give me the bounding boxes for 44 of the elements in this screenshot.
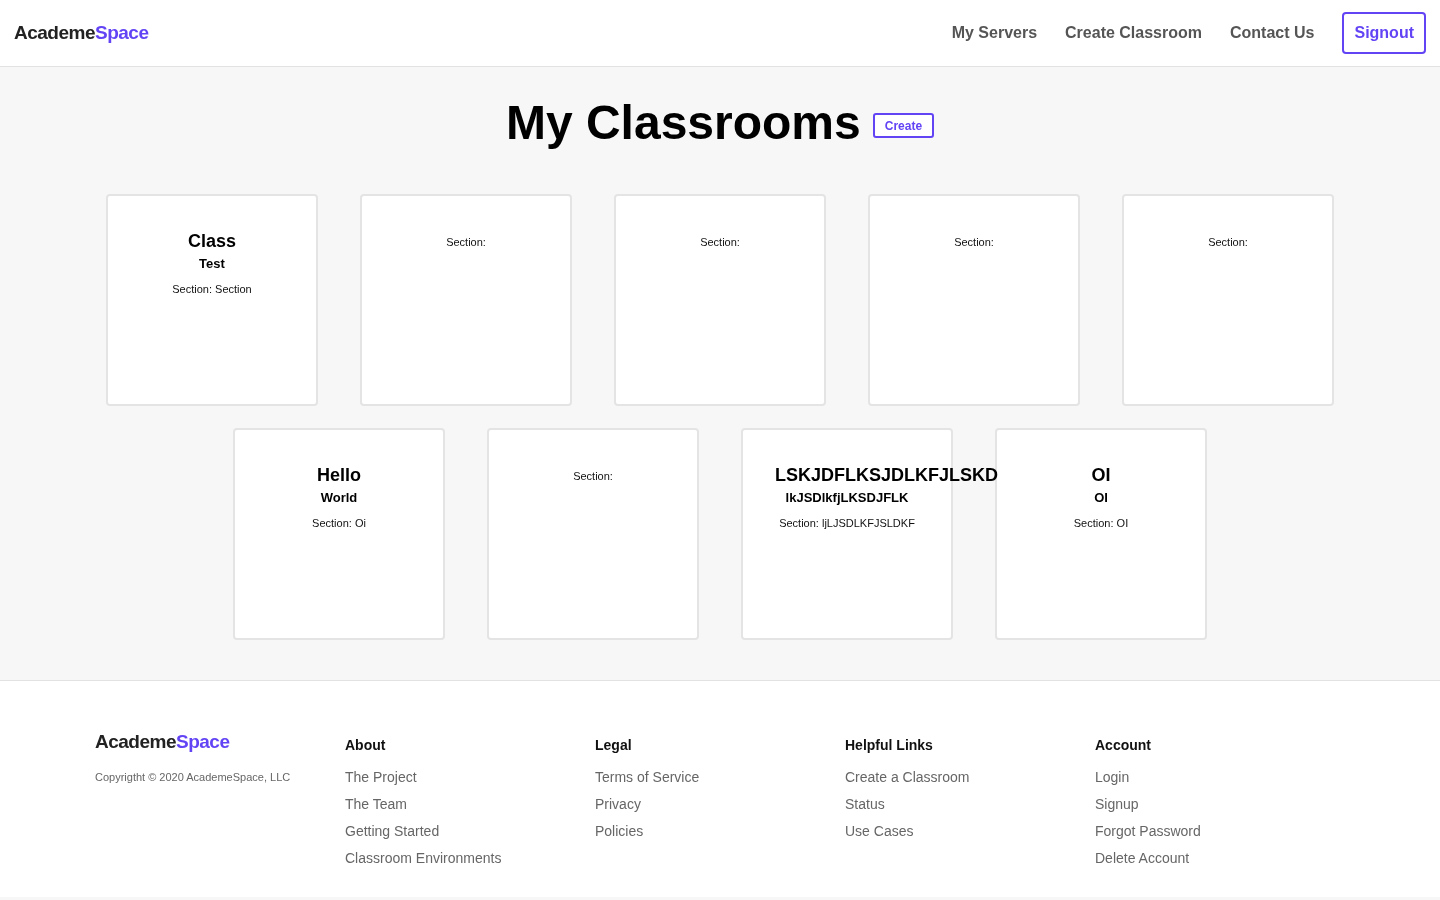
footer-heading: Legal [595, 737, 633, 753]
footer-link[interactable]: Forgot Password [1095, 823, 1345, 840]
page-title: My Classrooms [505, 95, 861, 150]
classroom-section: Section: [954, 236, 994, 249]
logo: AcademeSpace [14, 22, 149, 44]
footer-link[interactable]: Classroom Environments [345, 850, 595, 867]
classroom-section: Section: [446, 236, 486, 249]
classroom-title: Class [187, 232, 236, 252]
copyright-text: Copyrigtht © 2020 AcademeSpace, LLC [95, 771, 292, 783]
classroom-title: LSKJDFLKSJDLKFJLSKD [775, 466, 998, 486]
classroom-section: Section: Oi [312, 517, 366, 530]
footer-link[interactable]: The Team [345, 796, 595, 813]
footer-link[interactable]: Use Cases [845, 823, 1095, 840]
classroom-subtitle: lkJSDlkfjLKSDJFLK [785, 490, 909, 506]
nav-link[interactable]: My Servers [951, 24, 1038, 42]
footer-heading: About [345, 737, 387, 753]
classroom-section: Section: OI [1073, 517, 1129, 530]
classroom-section: Section: ljLJSDLKFJSLDKF [779, 517, 915, 530]
footer-link[interactable]: Privacy [595, 796, 845, 813]
classroom-subtitle: Test [199, 256, 225, 272]
create-button[interactable]: Create [872, 113, 935, 138]
footer-logo: AcademeSpace [95, 731, 231, 753]
footer-link[interactable]: Getting Started [345, 823, 595, 840]
footer-link[interactable]: Policies [595, 823, 845, 840]
signout-button[interactable]: Signout [1342, 12, 1426, 54]
footer-link[interactable]: Create a Classroom [845, 769, 1095, 786]
nav-link[interactable]: Contact Us [1230, 24, 1315, 42]
footer-link[interactable]: The Project [345, 769, 595, 786]
classroom-subtitle: OI [1094, 490, 1108, 506]
footer-heading: Helpful Links [845, 737, 934, 753]
classroom-title: OI [1091, 466, 1111, 486]
footer-link[interactable]: Login [1095, 769, 1345, 786]
footer-link[interactable]: Delete Account [1095, 850, 1345, 867]
footer-link[interactable]: Signup [1095, 796, 1345, 813]
classroom-section: Section: Section [172, 283, 252, 296]
nav-link[interactable]: Create Classroom [1065, 24, 1202, 42]
footer-heading: Account [1095, 737, 1152, 753]
classroom-subtitle: World [320, 490, 358, 506]
classroom-section: Section: [700, 236, 740, 249]
footer-link[interactable]: Status [845, 796, 1095, 813]
classroom-title: Hello [317, 466, 361, 486]
classroom-section: Section: [573, 470, 613, 483]
footer-link[interactable]: Terms of Service [595, 769, 845, 786]
classroom-section: Section: [1208, 236, 1248, 249]
